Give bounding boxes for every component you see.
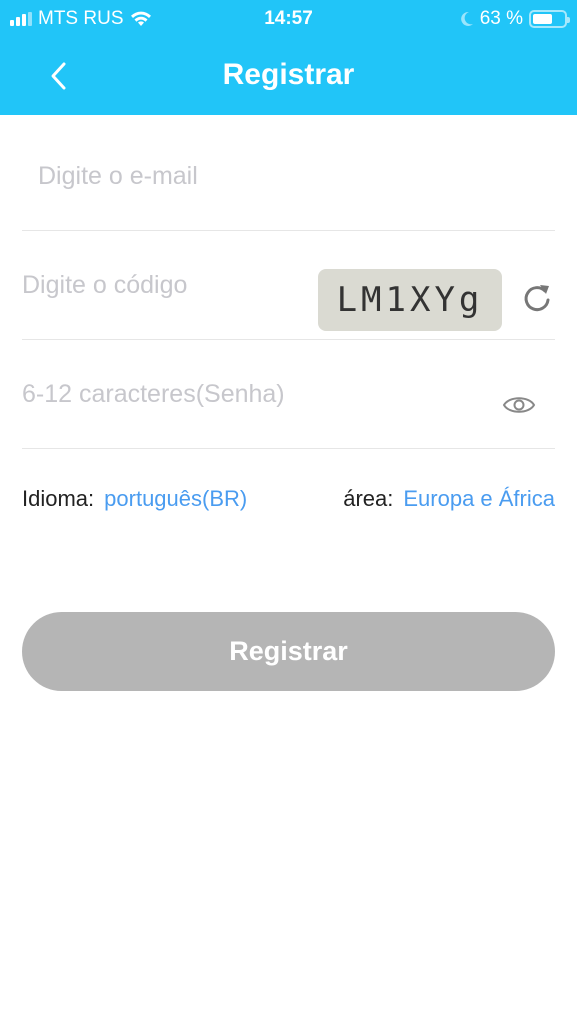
toggle-password-visibility[interactable]: [502, 392, 536, 418]
page-title: Registrar: [222, 58, 355, 91]
eye-icon: [502, 397, 536, 413]
language-selector[interactable]: português(BR): [104, 486, 247, 511]
area-label: área:: [343, 486, 394, 511]
refresh-icon: [524, 285, 550, 312]
nav-bar: Registrar: [0, 38, 577, 115]
language-label: Idioma:: [22, 486, 95, 511]
code-input[interactable]: [22, 231, 316, 339]
password-field-row: [22, 340, 555, 449]
area-selector[interactable]: Europa e África: [403, 486, 555, 511]
header: MTS RUS 14:57 63 % Registrar: [0, 0, 577, 115]
battery-icon: [529, 10, 570, 28]
language-setting: Idioma: português(BR): [22, 486, 247, 512]
register-button[interactable]: Registrar: [22, 612, 555, 691]
password-input[interactable]: [22, 340, 396, 448]
code-field-row: LM1XYg: [22, 231, 555, 340]
status-bar: MTS RUS 14:57 63 %: [0, 0, 577, 38]
captcha-image[interactable]: LM1XYg: [318, 269, 502, 331]
email-input[interactable]: [22, 122, 396, 230]
battery-percent: 63 %: [479, 8, 523, 29]
area-setting: área: Europa e África: [343, 486, 555, 512]
moon-icon: [460, 11, 473, 26]
email-field-row: [22, 122, 555, 231]
refresh-captcha-button[interactable]: [522, 281, 552, 315]
locale-settings: Idioma: português(BR) área: Europa e Áfric…: [22, 486, 555, 512]
